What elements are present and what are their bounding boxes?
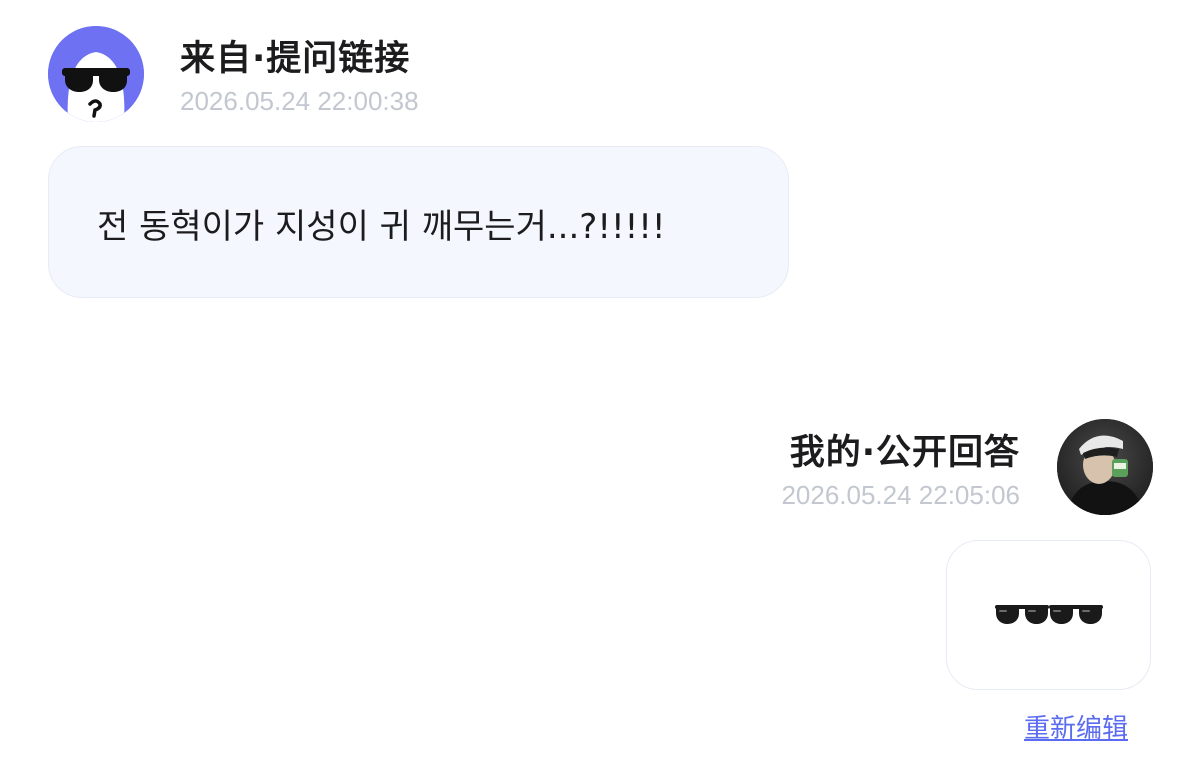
asker-avatar: [48, 26, 144, 122]
sunglasses-icon: [1048, 605, 1103, 624]
answer-content: [947, 541, 1150, 689]
answer-label: 我的·公开回答: [789, 433, 1020, 473]
question-bubble: 전 동혁이가 지성이 귀 깨무는거...?!!!!!: [48, 146, 789, 298]
answerer-avatar: [1057, 419, 1153, 515]
question-source-label: 来自·提问链接: [180, 39, 411, 79]
answer-bubble: [946, 540, 1151, 690]
answer-timestamp: 2026.05.24 22:05:06: [781, 480, 1020, 510]
question-timestamp: 2026.05.24 22:00:38: [180, 86, 419, 116]
reedit-link[interactable]: 重新编辑: [1024, 708, 1128, 745]
user-photo-avatar: [1057, 419, 1153, 515]
sunglasses-icon: [994, 605, 1049, 624]
sunglasses-ghost-icon: [48, 26, 144, 122]
question-text: 전 동혁이가 지성이 귀 깨무는거...?!!!!!: [97, 207, 666, 247]
